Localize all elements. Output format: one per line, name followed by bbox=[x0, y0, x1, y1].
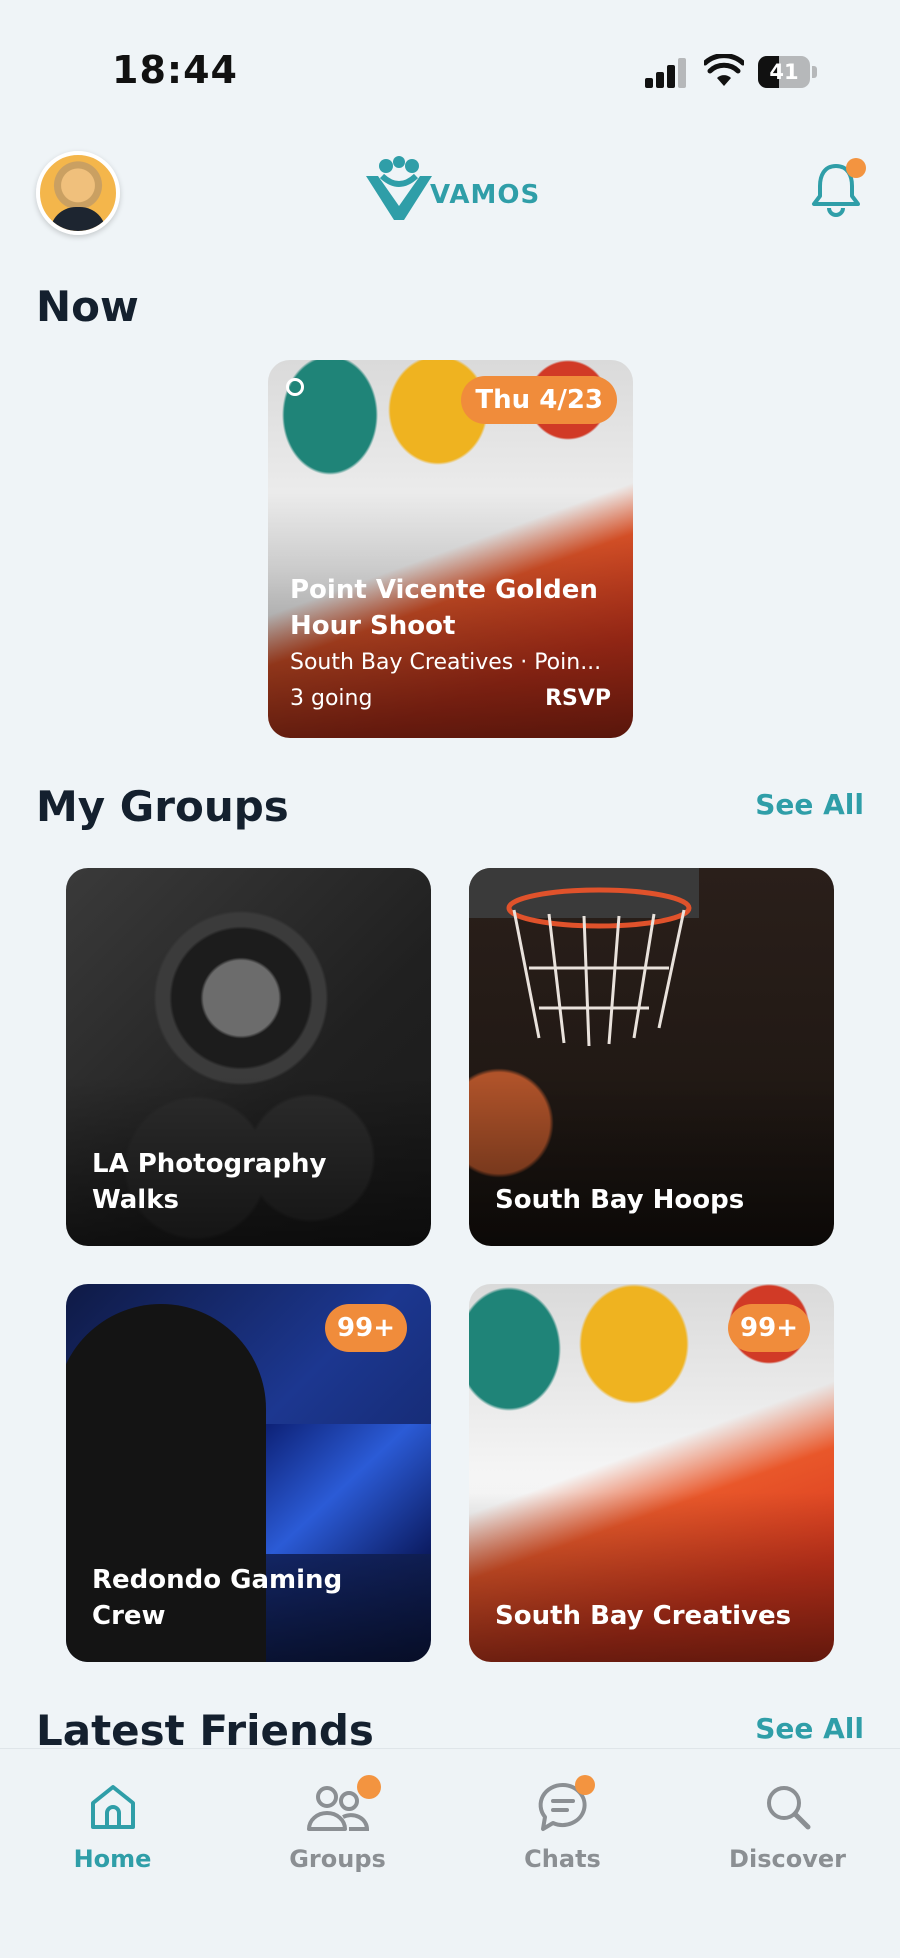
unread-badge: 99+ bbox=[325, 1304, 407, 1352]
event-card[interactable]: Thu 4/23 Point Vicente Golden Hour Shoot… bbox=[268, 360, 633, 738]
nav-home-label: Home bbox=[73, 1845, 152, 1873]
chats-notification-dot bbox=[574, 1775, 595, 1795]
group-name: South Bay Creatives bbox=[495, 1601, 792, 1631]
vamos-logo-icon bbox=[366, 156, 432, 220]
nav-groups-label: Groups bbox=[289, 1845, 386, 1873]
cellular-signal-icon bbox=[645, 58, 687, 88]
nav-chats[interactable]: Chats bbox=[450, 1775, 675, 1873]
group-name: LA Photography Walks bbox=[92, 1149, 327, 1215]
group-tile-la-photography-walks[interactable]: LA Photography Walks bbox=[66, 868, 431, 1246]
group-tile-south-bay-hoops[interactable]: South Bay Hoops bbox=[469, 868, 834, 1246]
status-time: 18:44 bbox=[112, 48, 238, 92]
bottom-navigation: Home Groups Chats Discover bbox=[0, 1748, 900, 1958]
wifi-icon bbox=[704, 54, 744, 86]
notification-dot bbox=[846, 158, 866, 178]
my-groups-heading: My Groups bbox=[36, 782, 289, 831]
nav-discover-label: Discover bbox=[729, 1845, 846, 1873]
event-subtitle: South Bay Creatives · Poin... bbox=[290, 650, 602, 675]
search-icon bbox=[766, 1786, 810, 1830]
nav-home[interactable]: Home bbox=[0, 1779, 225, 1873]
app-logo: VAMOS bbox=[364, 156, 544, 222]
group-name: South Bay Hoops bbox=[495, 1185, 745, 1215]
notifications-button[interactable] bbox=[810, 158, 866, 218]
unread-badge: 99+ bbox=[728, 1304, 810, 1352]
home-icon bbox=[90, 1785, 135, 1829]
live-indicator bbox=[286, 378, 304, 396]
groups-notification-dot bbox=[356, 1775, 381, 1799]
battery-percent: 41 bbox=[769, 60, 799, 84]
event-title: Point Vicente Golden Hour Shoot bbox=[290, 575, 598, 641]
nav-discover[interactable]: Discover bbox=[675, 1779, 900, 1873]
now-heading: Now bbox=[36, 282, 139, 331]
basketball-hoop-image bbox=[469, 868, 699, 1047]
friends-see-all-link[interactable]: See All bbox=[755, 1712, 864, 1745]
event-date-badge: Thu 4/23 bbox=[461, 376, 617, 424]
nav-groups[interactable]: Groups bbox=[225, 1775, 450, 1873]
nav-chats-label: Chats bbox=[524, 1845, 601, 1873]
rsvp-button[interactable]: RSVP bbox=[545, 686, 611, 711]
group-tile-south-bay-creatives[interactable]: 99+ South Bay Creatives bbox=[469, 1284, 834, 1662]
groups-see-all-link[interactable]: See All bbox=[755, 788, 864, 821]
battery-icon: 41 bbox=[758, 56, 818, 88]
group-tile-redondo-gaming-crew[interactable]: 99+ Redondo Gaming Crew bbox=[66, 1284, 431, 1662]
logo-text: VAMOS bbox=[430, 180, 541, 210]
event-going-count: 3 going bbox=[290, 686, 373, 711]
group-name: Redondo Gaming Crew bbox=[92, 1565, 343, 1631]
profile-avatar[interactable] bbox=[36, 151, 120, 235]
